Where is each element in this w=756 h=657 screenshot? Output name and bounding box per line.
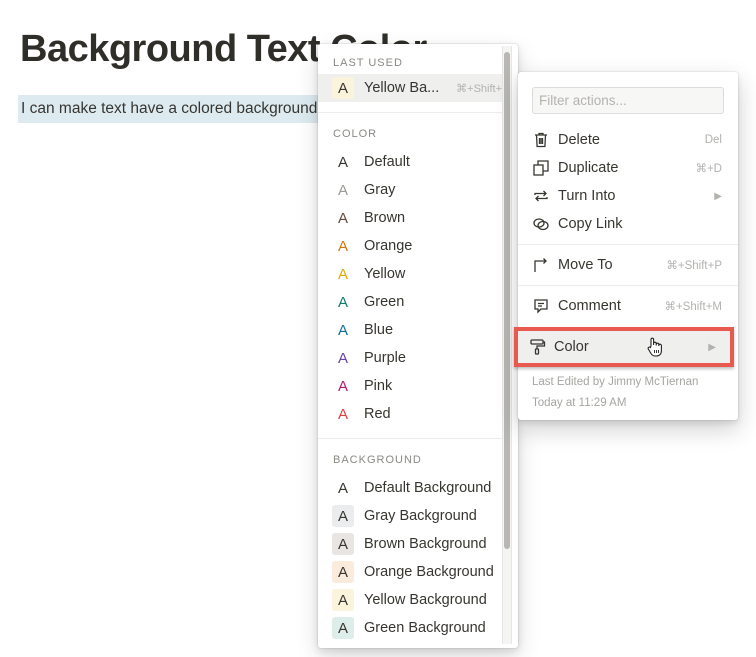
action-label: Copy Link [558,216,623,232]
trash-icon [532,131,550,149]
color-option-orange[interactable]: A Orange [318,232,504,260]
item-label: Brown [364,210,406,226]
divider [518,285,738,286]
item-label: Orange Background [364,564,494,580]
item-label: Blue [364,322,394,338]
color-option-pink[interactable]: A Pink [318,372,504,400]
background-color-swatch-icon: A [332,505,354,527]
item-label: Default [364,154,410,170]
move-to-icon [532,256,550,274]
action-shortcut: ⌘+Shift+M [664,301,722,313]
last-edited-by: Last Edited by Jimmy McTiernan [532,376,699,388]
item-label: Green [364,294,405,310]
action-label: Turn Into [558,188,616,204]
action-shortcut: ⌘+Shift+P [666,260,722,272]
background-option-green-background[interactable]: A Green Background [318,614,504,642]
hand-cursor-icon [647,337,662,357]
color-option-purple[interactable]: A Purple [318,344,504,372]
item-label: Gray [364,182,396,198]
submenu-arrow-icon: ▶ [714,190,722,202]
action-shortcut: Del [704,134,722,146]
action-label: Color [554,339,589,355]
item-label: Default Background [364,480,492,496]
text-color-swatch-icon: A [337,321,348,339]
background-color-swatch-icon: A [332,561,354,583]
comment-icon [532,297,550,315]
item-label: Yellow Background [364,592,487,608]
color-option-default[interactable]: A Default [318,148,504,176]
delete-action[interactable]: Delete Del [518,126,738,154]
item-label: Yellow Ba... [364,80,440,96]
background-color-swatch-icon: A [332,477,354,499]
item-label: Pink [364,378,393,394]
section-label-last-used: LAST USED [333,57,403,69]
action-label: Duplicate [558,160,619,176]
move-to-action[interactable]: Move To ⌘+Shift+P [518,251,738,279]
text-color-swatch-icon: A [337,377,348,395]
text-color-swatch-icon: A [337,209,348,227]
item-label: Green Background [364,620,486,636]
action-label: Comment [558,298,621,314]
color-option-green[interactable]: A Green [318,288,504,316]
text-color-swatch-icon: A [337,153,348,171]
last-used-item[interactable]: A Yellow Ba... ⌘+Shift+ [318,74,504,102]
color-option-red[interactable]: A Red [318,400,504,428]
scrollbar-thumb[interactable] [504,52,510,549]
section-label-color: COLOR [333,128,378,140]
turn-into-icon [532,187,550,205]
background-option-orange-background[interactable]: A Orange Background [318,558,504,586]
background-option-default-background[interactable]: A Default Background [318,474,504,502]
text-color-swatch-icon: A [337,237,348,255]
text-color-swatch-icon: A [337,349,348,367]
item-label: Red [364,406,391,422]
background-color-swatch-icon: A [332,617,354,639]
color-swatch-icon: A [332,77,354,99]
duplicate-action[interactable]: Duplicate ⌘+D [518,154,738,182]
section-label-background: BACKGROUND [333,454,422,466]
item-label: Purple [364,350,406,366]
divider [518,244,738,245]
color-option-gray[interactable]: A Gray [318,176,504,204]
item-label: Orange [364,238,413,254]
filter-actions-input[interactable] [532,87,724,114]
text-color-swatch-icon: A [337,293,348,311]
color-option-yellow[interactable]: A Yellow [318,260,504,288]
background-color-swatch-icon: A [332,533,354,555]
duplicate-icon [532,159,550,177]
action-label: Move To [558,257,613,273]
background-option-yellow-background[interactable]: A Yellow Background [318,586,504,614]
text-color-swatch-icon: A [337,405,348,423]
scrollbar[interactable] [502,46,512,644]
color-option-blue[interactable]: A Blue [318,316,504,344]
paint-roller-icon [528,338,546,356]
submenu-arrow-icon: ▶ [708,341,716,353]
item-shortcut: ⌘+Shift+ [456,82,502,95]
background-option-gray-background[interactable]: A Gray Background [318,502,504,530]
color-action-highlighted[interactable]: Color ▶ [514,327,734,367]
color-submenu: LAST USED A Yellow Ba... ⌘+Shift+ COLOR … [318,44,518,648]
background-option-brown-background[interactable]: A Brown Background [318,530,504,558]
color-submenu-scroll-area: LAST USED A Yellow Ba... ⌘+Shift+ COLOR … [318,44,504,648]
last-edited-time: Today at 11:29 AM [532,397,627,409]
copy-link-action[interactable]: Copy Link [518,210,738,238]
highlighted-text-block[interactable]: I can make text have a colored backgroun… [18,95,338,123]
item-label: Yellow [364,266,406,282]
comment-action[interactable]: Comment ⌘+Shift+M [518,292,738,320]
background-color-swatch-icon: A [332,589,354,611]
text-color-swatch-icon: A [337,181,348,199]
link-icon [532,215,550,233]
color-option-brown[interactable]: A Brown [318,204,504,232]
item-label: Brown Background [364,536,487,552]
actions-menu: Delete Del Duplicate ⌘+D Turn Into ▶ Cop… [514,72,738,420]
item-label: Gray Background [364,508,477,524]
action-shortcut: ⌘+D [695,163,722,175]
turn-into-action[interactable]: Turn Into ▶ [518,182,738,210]
action-label: Delete [558,132,600,148]
text-color-swatch-icon: A [337,265,348,283]
